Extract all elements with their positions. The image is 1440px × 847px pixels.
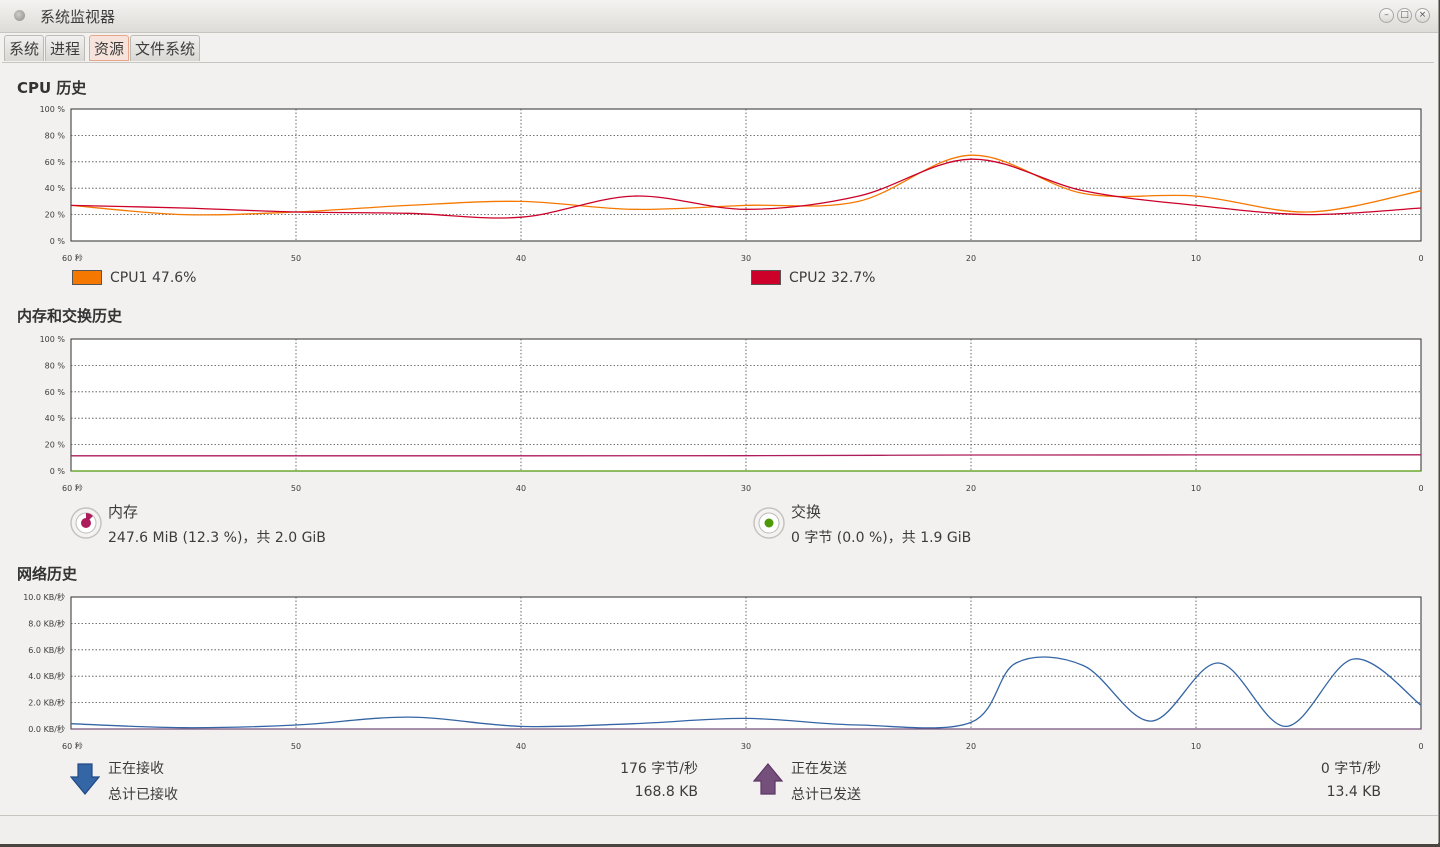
total-received-label: 总计已接收	[108, 787, 178, 803]
x-tick-label: 0	[1418, 484, 1423, 491]
tab-bar: 系统 进程 资源 文件系统	[0, 33, 1438, 63]
y-tick-label: 0.0 KB/秒	[28, 724, 65, 734]
receiving-rate: 176 字节/秒	[620, 761, 698, 777]
sending-label: 正在发送	[791, 761, 847, 777]
swap-value: 0 字节 (0.0 %)，共 1.9 GiB	[791, 530, 972, 546]
cpu1-legend-value: 47.6%	[152, 270, 197, 286]
total-sent-value: 13.4 KB	[1326, 784, 1381, 800]
x-tick-label: 60 秒	[62, 253, 83, 261]
maximize-icon[interactable]: □	[1397, 8, 1412, 23]
y-tick-label: 8.0 KB/秒	[28, 618, 65, 628]
y-tick-label: 0 %	[50, 467, 66, 476]
x-tick-label: 20	[966, 742, 976, 749]
y-tick-label: 80 %	[45, 131, 66, 140]
memory-pie-icon[interactable]	[69, 506, 103, 540]
swap-pie-icon[interactable]	[752, 506, 786, 540]
y-tick-label: 100 %	[40, 105, 66, 114]
network-history-chart: 10.0 KB/秒 8.0 KB/秒 6.0 KB/秒 4.0 KB/秒 2.0 KB/…	[23, 592, 1423, 749]
memory-label: 内存	[108, 503, 139, 521]
cpu1-legend-label: CPU1	[110, 270, 148, 286]
tab-file-systems[interactable]: 文件系统	[130, 35, 201, 61]
x-tick-label: 10	[1191, 484, 1201, 491]
cpu2-color-swatch[interactable]	[751, 270, 781, 285]
cpu1-color-swatch[interactable]	[72, 270, 102, 285]
x-tick-label: 20	[966, 254, 976, 261]
tab-system[interactable]: 系统	[4, 35, 45, 61]
y-tick-label: 40 %	[45, 184, 66, 193]
x-tick-label: 10	[1191, 254, 1201, 261]
x-tick-label: 0	[1418, 742, 1423, 749]
x-tick-label: 40	[516, 484, 526, 491]
y-tick-label: 4.0 KB/秒	[28, 671, 65, 681]
total-sent-label: 总计已发送	[791, 787, 861, 803]
sending-arrow-icon[interactable]	[753, 762, 783, 796]
x-tick-label: 30	[741, 254, 751, 261]
x-tick-label: 10	[1191, 742, 1201, 749]
swap-label: 交换	[791, 503, 822, 521]
network-section-title: 网络历史	[17, 565, 78, 583]
x-tick-label: 40	[516, 742, 526, 749]
y-tick-label: 100 %	[40, 335, 66, 344]
cpu-section-title: CPU 历史	[17, 79, 87, 97]
resources-panel: CPU 历史 100 % 80 % 60 % 40 % 20 % 0 % 60 秒 50 40 3…	[2, 62, 1434, 815]
memory-value: 247.6 MiB (12.3 %)，共 2.0 GiB	[108, 530, 326, 546]
y-tick-label: 60 %	[45, 158, 66, 167]
receiving-label: 正在接收	[108, 761, 164, 777]
x-tick-label: 60 秒	[62, 741, 83, 749]
tab-resources[interactable]: 资源	[89, 35, 130, 61]
x-tick-label: 60 秒	[62, 483, 83, 491]
status-bar	[0, 815, 1438, 844]
tab-processes[interactable]: 进程	[45, 35, 86, 61]
sending-rate: 0 字节/秒	[1320, 761, 1381, 777]
x-tick-label: 20	[966, 484, 976, 491]
title-bar: 系统监视器 – □ ×	[0, 0, 1438, 33]
y-tick-label: 80 %	[45, 361, 66, 370]
cpu-history-chart: 100 % 80 % 60 % 40 % 20 % 0 % 60 秒 50 40 30 20 10 0	[40, 105, 1424, 261]
y-tick-label: 2.0 KB/秒	[28, 698, 65, 708]
minimize-icon[interactable]: –	[1379, 8, 1394, 23]
x-tick-label: 30	[741, 742, 751, 749]
x-tick-label: 50	[291, 742, 301, 749]
x-tick-label: 0	[1418, 254, 1423, 261]
y-tick-label: 40 %	[45, 414, 66, 423]
cpu2-legend-value: 32.7%	[831, 270, 876, 286]
x-tick-label: 50	[291, 484, 301, 491]
system-monitor-window: 系统监视器 – □ × 系统 进程 资源 文件系统 CPU 历史 100 % 80…	[0, 0, 1439, 844]
cpu2-legend-label: CPU2	[789, 270, 827, 286]
x-tick-label: 40	[516, 254, 526, 261]
total-received-value: 168.8 KB	[634, 784, 698, 800]
x-tick-label: 50	[291, 254, 301, 261]
window-menu-icon[interactable]	[14, 10, 25, 21]
memory-section-title: 内存和交换历史	[17, 307, 123, 325]
y-tick-label: 6.0 KB/秒	[28, 645, 65, 655]
y-tick-label: 10.0 KB/秒	[23, 592, 65, 602]
close-icon[interactable]: ×	[1415, 8, 1430, 23]
y-tick-label: 20 %	[45, 211, 66, 220]
receiving-arrow-icon[interactable]	[70, 762, 100, 796]
window-title: 系统监视器	[40, 8, 116, 26]
memory-swap-history-chart: 100 % 80 % 60 % 40 % 20 % 0 % 60 秒 50 40 30 20 10 0	[40, 335, 1424, 491]
x-tick-label: 30	[741, 484, 751, 491]
y-tick-label: 0 %	[50, 237, 66, 246]
y-tick-label: 20 %	[45, 441, 66, 450]
y-tick-label: 60 %	[45, 388, 66, 397]
